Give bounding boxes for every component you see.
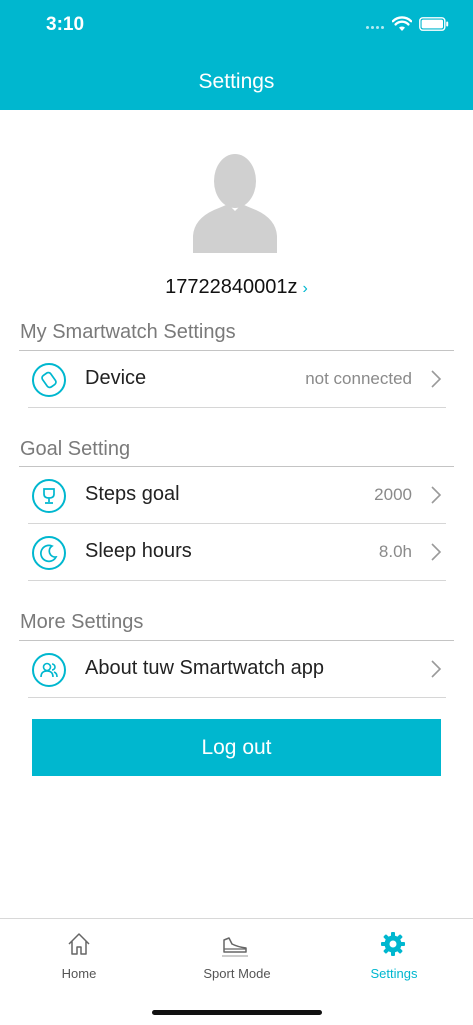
divider [28,407,446,408]
steps-goal-value: 2000 [374,485,412,504]
steps-goal-row[interactable]: Steps goal 2000 [28,467,446,523]
device-status: not connected [305,369,412,388]
tab-home-label: Home [61,966,97,981]
page-title: Settings [198,70,275,93]
wifi-icon [392,16,412,31]
top-header: 3:10 Settings [0,0,473,110]
section-title-goal: Goal Setting [20,438,131,460]
account-link[interactable]: 17722840001z › [0,276,473,299]
divider [28,580,446,581]
watch-icon [32,363,66,397]
sleep-hours-value: 8.0h [378,542,412,561]
device-row[interactable]: Device not connected [28,351,446,407]
avatar-icon[interactable] [190,154,280,254]
section-title-smartwatch: My Smartwatch Settings [20,321,236,343]
chevron-right-icon [431,660,442,678]
tab-home[interactable]: Home [0,919,158,989]
home-indicator [152,1010,322,1015]
chevron-right-icon [431,486,442,504]
section-title-more: More Settings [20,611,144,633]
about-app-label: About tuw Smartwatch app [85,657,325,679]
signal-dots-icon [366,26,386,30]
tab-sport-mode[interactable]: Sport Mode [158,919,316,989]
battery-icon [419,17,449,31]
sleep-hours-row[interactable]: Sleep hours 8.0h [28,524,446,580]
device-label: Device [85,367,147,389]
tab-settings-label: Settings [370,966,418,981]
trophy-icon [32,479,66,513]
steps-goal-label: Steps goal [85,483,180,505]
divider [28,697,446,698]
tab-bar: Home Sport Mode Settings [0,918,473,1025]
users-icon [32,653,66,687]
home-icon [68,933,90,955]
tab-settings[interactable]: Settings [315,919,473,989]
moon-icon [32,536,66,570]
gear-icon [381,932,405,956]
status-time: 3:10 [46,14,85,35]
logout-button[interactable]: Log out [32,719,441,776]
tab-sport-mode-label: Sport Mode [203,966,271,981]
chevron-right-icon [431,370,442,388]
sleep-hours-label: Sleep hours [85,540,192,562]
about-app-row[interactable]: About tuw Smartwatch app [28,641,446,697]
shoe-icon [222,937,248,957]
account-id: 17722840001z [165,276,298,298]
account-chevron-icon: › [302,280,308,297]
chevron-right-icon [431,543,442,561]
